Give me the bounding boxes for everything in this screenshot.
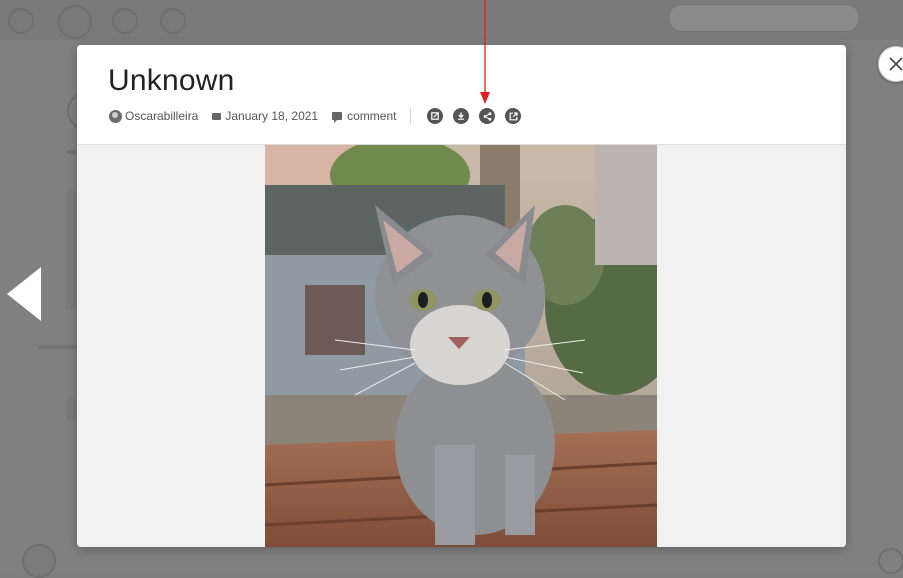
background-search xyxy=(668,4,860,32)
red-arrow-icon xyxy=(480,0,490,104)
cat-photo-image xyxy=(265,145,657,547)
author-avatar-icon xyxy=(109,109,122,123)
close-icon xyxy=(889,57,903,71)
cat-photo[interactable] xyxy=(265,145,657,547)
background-block xyxy=(66,398,76,420)
background-line xyxy=(66,150,76,154)
edit-icon[interactable] xyxy=(427,108,444,124)
post-title: Unknown xyxy=(108,64,235,97)
meta-divider xyxy=(410,108,412,124)
background-icon xyxy=(878,548,903,574)
previous-arrow-button[interactable] xyxy=(7,267,43,321)
post-actions xyxy=(427,108,531,124)
annotation-arrow xyxy=(480,0,490,104)
background-block xyxy=(66,190,76,310)
share-icon[interactable] xyxy=(479,108,496,124)
comment-label[interactable]: comment xyxy=(347,109,396,123)
post-date-text[interactable]: January 18, 2021 xyxy=(225,109,318,123)
post-meta: Oscarabilleira January 18, 2021 comment xyxy=(109,107,531,125)
open-external-icon[interactable] xyxy=(505,108,522,124)
comment-link[interactable]: comment xyxy=(332,109,396,123)
triangle-left-icon xyxy=(7,267,41,321)
author-name[interactable]: Oscarabilleira xyxy=(125,109,198,123)
background-menu-icon xyxy=(8,8,34,34)
background-avatar xyxy=(22,544,56,578)
comment-icon xyxy=(332,112,343,123)
photo-modal: Unknown Oscarabilleira January 18, 2021 … xyxy=(77,45,846,547)
post-date[interactable]: January 18, 2021 xyxy=(212,109,318,123)
modal-header: Unknown Oscarabilleira January 18, 2021 … xyxy=(77,45,846,145)
background-nav-icon xyxy=(160,8,186,34)
author-link[interactable]: Oscarabilleira xyxy=(109,109,198,123)
download-icon[interactable] xyxy=(453,108,470,124)
background-home-icon xyxy=(112,8,138,34)
background-line xyxy=(38,345,78,349)
calendar-icon xyxy=(212,112,222,120)
modal-body xyxy=(77,145,846,547)
background-avatar xyxy=(58,5,92,39)
